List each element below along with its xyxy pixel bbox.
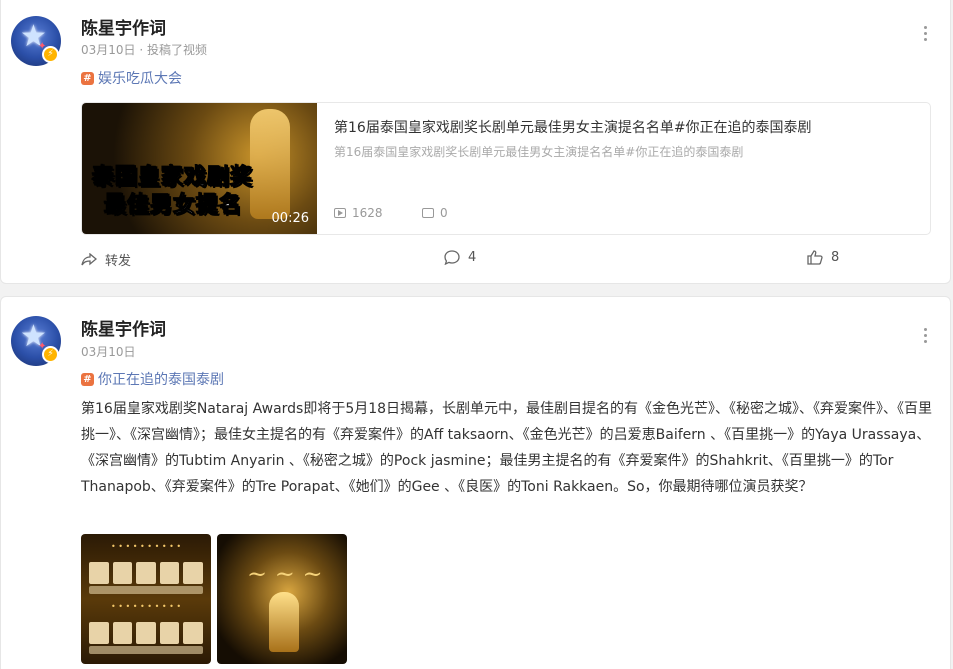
image-banner-bottom: • • • • • • • • • • [111,602,182,611]
danmaku-icon [422,208,434,218]
thumbnail-caption-2: 最佳男女提名 [103,193,243,219]
image-banner-top: • • • • • • • • • • [111,542,182,551]
like-count: 8 [831,250,840,265]
topic-link[interactable]: # 娱乐吃瓜大会 [81,68,182,88]
video-thumbnail[interactable]: 泰国皇家戏剧奖 最佳男女提名 00:26 [82,103,317,234]
video-card[interactable]: 泰国皇家戏剧奖 最佳男女提名 00:26 第16届泰国皇家戏剧奖长剧单元最佳男女… [81,102,931,235]
topic-label: 娱乐吃瓜大会 [98,71,182,87]
share-button[interactable]: 转发 [81,250,131,269]
post-meta: 03月10日 · 投稿了视频 [81,43,207,57]
trophy-figure [250,109,290,219]
hashtag-icon: # [81,71,94,85]
like-button[interactable]: 8 [807,250,839,265]
verified-badge-icon: ⚡ [42,46,59,63]
post-image-poster[interactable]: ~ ~ ~ [217,534,347,664]
post-image-nominees[interactable]: • • • • • • • • • • • • • • • • • • • • [81,534,211,664]
play-count: 1628 [334,206,383,220]
trophy-figure [269,592,299,652]
video-title[interactable]: 第16届泰国皇家戏剧奖长剧单元最佳男女主演提名名单#你正在追的泰国泰剧 [334,117,812,137]
play-count-value: 1628 [352,206,383,220]
danmaku-count: 0 [422,206,448,220]
share-label: 转发 [105,254,132,269]
topic-link[interactable]: # 你正在追的泰国泰剧 [81,369,224,389]
topic-label: 你正在追的泰国泰剧 [98,372,224,388]
thumbs-up-icon [807,250,823,265]
verified-badge-icon: ⚡ [42,346,59,363]
post-meta: 03月10日 [81,345,136,359]
award-logo: ~ ~ ~ [247,560,323,588]
post-card: ★ ✦ ⚡ 陈星宇作词 03月10日 · 投稿了视频 # 娱乐吃瓜大会 泰国皇家… [0,0,951,284]
more-options-icon[interactable] [924,26,928,41]
video-duration: 00:26 [271,211,309,226]
hashtag-icon: # [81,372,94,386]
comment-button[interactable]: 4 [444,250,476,265]
feed: ★ ✦ ⚡ 陈星宇作词 03月10日 · 投稿了视频 # 娱乐吃瓜大会 泰国皇家… [0,0,953,669]
username[interactable]: 陈星宇作词 [81,315,166,340]
comment-icon [444,250,460,265]
danmaku-count-value: 0 [440,206,448,220]
comment-count: 4 [468,250,477,265]
username[interactable]: 陈星宇作词 [81,14,166,39]
post-text: 第16届皇家戏剧奖Nataraj Awards即将于5月18日揭幕，长剧单元中，… [81,401,933,495]
play-icon [334,208,346,218]
post-card: ★ ✦ ⚡ 陈星宇作词 03月10日 # 你正在追的泰国泰剧 第16届皇家戏剧奖… [0,296,951,669]
share-icon [81,252,97,265]
video-description: 第16届泰国皇家戏剧奖长剧单元最佳男女主演提名名单#你正在追的泰国泰剧 [334,145,744,159]
more-options-icon[interactable] [924,328,928,343]
